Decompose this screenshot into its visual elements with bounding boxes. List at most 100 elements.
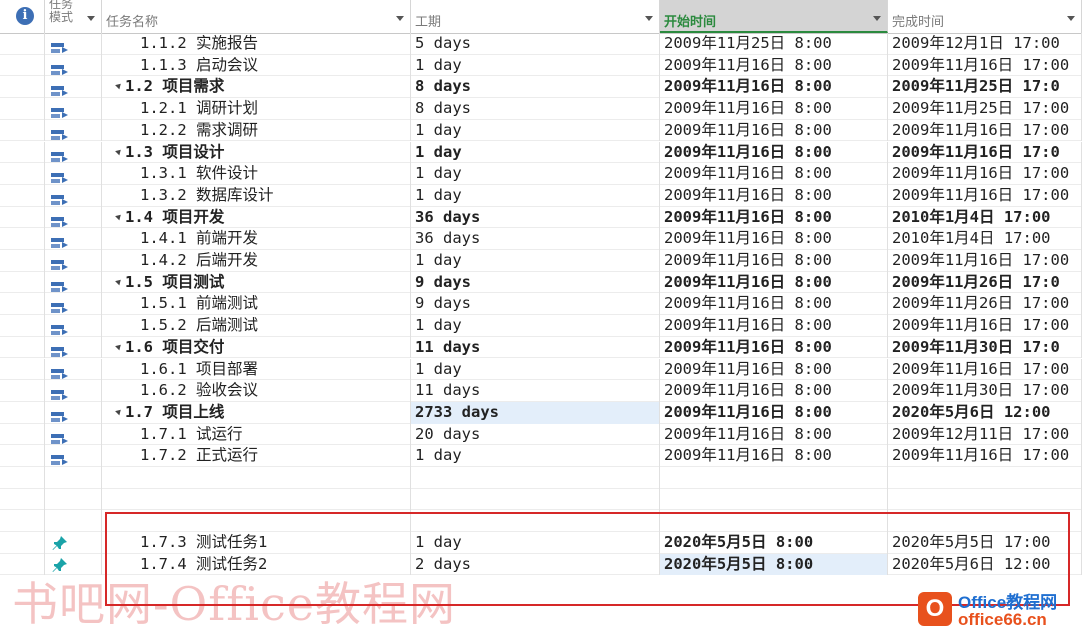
task-mode-cell[interactable] — [45, 228, 102, 250]
duration-cell[interactable]: 36 days — [411, 228, 660, 250]
task-mode-cell[interactable] — [45, 119, 102, 142]
indicator-cell[interactable] — [0, 76, 45, 99]
start-cell[interactable]: 2009年11月16日 8:00 — [660, 250, 888, 272]
task-name-cell[interactable]: 1.6 项目交付 — [102, 336, 411, 359]
start-cell[interactable]: 2009年11月16日 8:00 — [660, 54, 888, 77]
collapse-triangle-icon[interactable] — [115, 342, 123, 351]
task-name-cell[interactable]: 1.5.2 后端测试 — [102, 315, 411, 337]
indicator-cell[interactable] — [0, 250, 45, 272]
duration-cell[interactable]: 36 days — [411, 206, 660, 229]
table-row[interactable]: 1.5.1 前端测试 9 days 2009年11月16日 8:00 2009年11月… — [0, 293, 1082, 316]
finish-cell[interactable]: 2009年11月16日 17:00 — [888, 163, 1082, 185]
start-cell[interactable]: 2009年11月16日 8:00 — [660, 98, 888, 120]
start-cell[interactable]: 2009年11月25日 8:00 — [660, 33, 888, 55]
task-name-cell[interactable]: 1.2.2 需求调研 — [102, 119, 411, 142]
start-cell[interactable]: 2009年11月16日 8:00 — [660, 206, 888, 229]
chevron-down-icon[interactable] — [396, 16, 404, 21]
task-name-cell[interactable]: 1.6.2 验收会议 — [102, 380, 411, 402]
task-mode-cell[interactable] — [45, 293, 102, 316]
task-mode-cell[interactable] — [45, 467, 102, 489]
table-row[interactable]: 1.3.1 软件设计 1 day 2009年11月16日 8:00 2009年11月1… — [0, 163, 1082, 185]
indicator-cell[interactable] — [0, 380, 45, 402]
task-mode-cell[interactable] — [45, 98, 102, 120]
indicator-cell[interactable] — [0, 271, 45, 294]
task-name-cell[interactable]: 1.1.2 实施报告 — [102, 33, 411, 55]
start-cell[interactable] — [660, 467, 888, 489]
chevron-down-icon[interactable] — [645, 16, 653, 21]
finish-cell[interactable]: 2010年1月4日 17:00 — [888, 206, 1082, 229]
task-mode-cell[interactable] — [45, 445, 102, 467]
duration-cell[interactable]: 11 days — [411, 380, 660, 402]
indicator-cell[interactable] — [0, 445, 45, 467]
table-row[interactable]: 1.3.2 数据库设计 1 day 2009年11月16日 8:00 2009年11月… — [0, 184, 1082, 207]
task-mode-cell[interactable] — [45, 271, 102, 294]
table-row[interactable] — [0, 467, 1082, 489]
table-row[interactable]: 1.3 项目设计 1 day 2009年11月16日 8:00 2009年11月16日… — [0, 141, 1082, 164]
duration-cell[interactable]: 1 day — [411, 119, 660, 142]
table-row[interactable]: 1.2 项目需求 8 days 2009年11月16日 8:00 2009年11月25… — [0, 76, 1082, 99]
start-cell[interactable]: 2009年11月16日 8:00 — [660, 445, 888, 467]
duration-cell[interactable]: 1 day — [411, 250, 660, 272]
task-name-cell[interactable]: 1.4 项目开发 — [102, 206, 411, 229]
collapse-triangle-icon[interactable] — [115, 212, 123, 220]
header-indicators[interactable]: i — [0, 0, 45, 33]
task-name-cell[interactable]: 1.4.2 后端开发 — [102, 250, 411, 272]
duration-cell[interactable]: 1 day — [411, 184, 660, 207]
header-duration[interactable]: 工期 — [411, 0, 660, 33]
finish-cell[interactable]: 2009年11月16日 17:00 — [888, 445, 1082, 467]
task-name-cell[interactable]: 1.7.1 试运行 — [102, 423, 411, 446]
task-mode-cell[interactable] — [45, 184, 102, 207]
task-name-cell[interactable]: 1.6.1 项目部署 — [102, 358, 411, 381]
chevron-down-icon[interactable] — [873, 16, 881, 21]
start-cell[interactable]: 2009年11月16日 8:00 — [660, 184, 888, 207]
indicator-cell[interactable] — [0, 467, 45, 489]
task-mode-cell[interactable] — [45, 380, 102, 402]
indicator-cell[interactable] — [0, 358, 45, 381]
duration-cell[interactable]: 2733 days — [411, 401, 660, 424]
table-row[interactable]: 1.1.3 启动会议 1 day 2009年11月16日 8:00 2009年11月1… — [0, 54, 1082, 77]
finish-cell[interactable]: 2009年11月26日 17:00 — [888, 293, 1082, 316]
task-name-cell[interactable]: 1.3.1 软件设计 — [102, 163, 411, 185]
task-name-cell[interactable]: 1.3.2 数据库设计 — [102, 184, 411, 207]
duration-cell[interactable]: 9 days — [411, 271, 660, 294]
start-cell[interactable]: 2009年11月16日 8:00 — [660, 336, 888, 359]
table-row[interactable]: 1.4.2 后端开发 1 day 2009年11月16日 8:00 2009年11月1… — [0, 250, 1082, 272]
start-cell[interactable]: 2009年11月16日 8:00 — [660, 119, 888, 142]
task-mode-cell[interactable] — [45, 510, 102, 533]
indicator-cell[interactable] — [0, 532, 45, 554]
duration-cell[interactable]: 1 day — [411, 445, 660, 467]
task-mode-cell[interactable] — [45, 336, 102, 359]
task-mode-cell[interactable] — [45, 488, 102, 511]
collapse-triangle-icon[interactable] — [115, 147, 123, 155]
header-finish[interactable]: 完成时间 — [888, 0, 1082, 33]
task-mode-cell[interactable] — [45, 33, 102, 55]
indicator-cell[interactable] — [0, 206, 45, 229]
task-mode-cell[interactable] — [45, 141, 102, 164]
start-cell[interactable]: 2009年11月16日 8:00 — [660, 401, 888, 424]
start-cell[interactable]: 2009年11月16日 8:00 — [660, 315, 888, 337]
task-name-cell[interactable]: 1.5 项目测试 — [102, 271, 411, 294]
chevron-down-icon[interactable] — [87, 16, 95, 21]
duration-cell[interactable]: 11 days — [411, 336, 660, 359]
task-name-cell[interactable] — [102, 467, 411, 489]
table-row[interactable] — [0, 488, 1082, 511]
task-mode-cell[interactable] — [45, 54, 102, 77]
indicator-cell[interactable] — [0, 510, 45, 533]
task-mode-cell[interactable] — [45, 532, 102, 554]
finish-cell[interactable]: 2009年11月25日 17:00 — [888, 98, 1082, 120]
duration-cell[interactable]: 1 day — [411, 163, 660, 185]
finish-cell[interactable]: 2009年11月16日 17:00 — [888, 184, 1082, 207]
task-mode-cell[interactable] — [45, 163, 102, 185]
task-name-cell[interactable] — [102, 488, 411, 511]
table-row[interactable]: 1.4 项目开发 36 days 2009年11月16日 8:00 2010年1月4日… — [0, 206, 1082, 229]
finish-cell[interactable]: 2009年11月16日 17:0 — [888, 141, 1082, 164]
finish-cell[interactable]: 2009年11月30日 17:00 — [888, 380, 1082, 402]
start-cell[interactable]: 2009年11月16日 8:00 — [660, 358, 888, 381]
indicator-cell[interactable] — [0, 119, 45, 142]
finish-cell[interactable]: 2009年11月16日 17:00 — [888, 358, 1082, 381]
finish-cell[interactable]: 2009年11月25日 17:0 — [888, 76, 1082, 99]
task-mode-cell[interactable] — [45, 423, 102, 446]
table-row[interactable]: 1.6 项目交付 11 days 2009年11月16日 8:00 2009年11月3… — [0, 336, 1082, 359]
indicator-cell[interactable] — [0, 315, 45, 337]
indicator-cell[interactable] — [0, 228, 45, 250]
